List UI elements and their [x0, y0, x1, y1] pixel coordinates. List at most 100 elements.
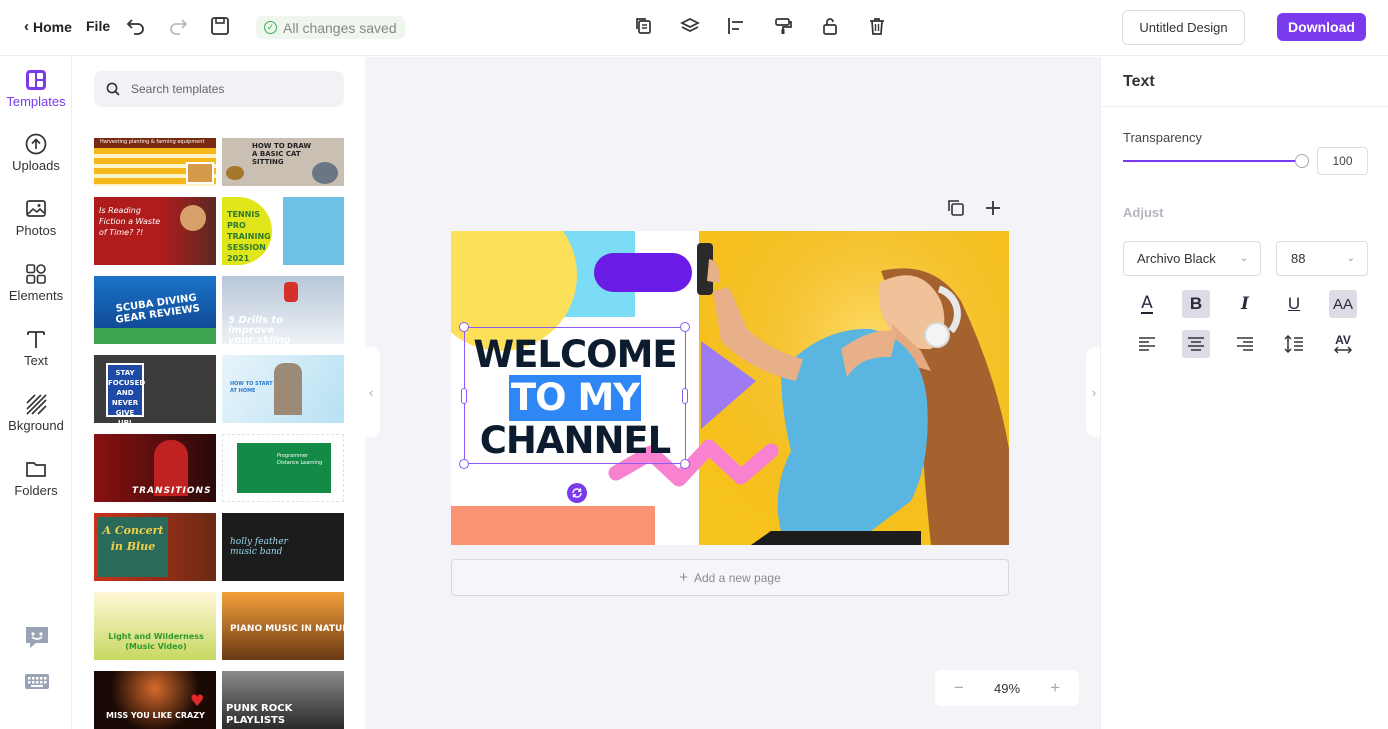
undo-icon[interactable]	[124, 14, 148, 38]
panel-title: Text	[1123, 73, 1155, 90]
underline-icon[interactable]: U	[1280, 290, 1308, 318]
nav-photos[interactable]: Photos	[0, 198, 72, 238]
zoom-control: − 49% +	[935, 670, 1079, 706]
template-thumb[interactable]: PIANO MUSIC IN NATURE	[222, 592, 344, 660]
template-thumb[interactable]: A Concert in Blue	[94, 513, 216, 581]
trash-icon[interactable]	[865, 14, 889, 38]
left-nav: Templates Uploads Photos Elements Text B…	[0, 57, 72, 729]
uppercase-icon[interactable]: AA	[1329, 290, 1357, 318]
align-center-icon[interactable]	[1182, 330, 1210, 358]
purple-pill	[594, 253, 692, 292]
template-thumb[interactable]: TRANSITIONS	[94, 434, 216, 502]
save-icon[interactable]	[208, 14, 232, 38]
nav-text[interactable]: Text	[0, 328, 72, 368]
search-templates[interactable]: Search templates	[94, 71, 344, 107]
unlock-icon[interactable]	[818, 14, 842, 38]
chevron-left-icon: ‹	[368, 384, 374, 400]
resize-handle[interactable]	[680, 322, 690, 332]
arrows-icon	[1334, 346, 1352, 354]
file-menu[interactable]: File	[86, 18, 110, 34]
nav-folders[interactable]: Folders	[0, 458, 72, 498]
template-thumb[interactable]: TENNIS PRO TRAINING SESSION 2021	[222, 197, 344, 265]
divider	[1101, 106, 1388, 107]
heart-icon: ♥	[190, 691, 205, 710]
rotate-icon[interactable]	[567, 483, 587, 503]
copy-page-icon[interactable]	[945, 197, 967, 219]
elements-icon	[26, 264, 46, 284]
chevron-down-icon: ⌄	[1346, 253, 1355, 264]
chat-icon[interactable]	[24, 625, 50, 649]
template-thumb[interactable]: Programmer Distance Learning	[222, 434, 344, 502]
bold-icon[interactable]: B	[1182, 290, 1210, 318]
resize-handle[interactable]	[459, 459, 469, 469]
download-button[interactable]: Download	[1277, 13, 1366, 41]
design-canvas[interactable]: WELCOME TO MY CHANNEL	[451, 231, 1009, 545]
upload-icon	[25, 133, 47, 155]
plus-icon: +	[679, 569, 688, 586]
home-link[interactable]: ‹ Home	[24, 18, 72, 35]
nav-uploads[interactable]: Uploads	[0, 133, 72, 173]
side-handle[interactable]	[682, 388, 688, 404]
duplicate-icon[interactable]	[632, 14, 656, 38]
paint-format-icon[interactable]	[771, 14, 795, 38]
selection-box	[464, 327, 686, 464]
canvas-workspace: ‹ › WELCOME TO MY CHANNEL + Add a new pa…	[362, 57, 1102, 729]
photo-icon	[26, 200, 46, 217]
italic-icon[interactable]: I	[1231, 290, 1259, 318]
add-page-button[interactable]: + Add a new page	[451, 559, 1009, 596]
letter-spacing-icon[interactable]: AV	[1329, 330, 1357, 358]
search-input[interactable]: Search templates	[131, 82, 224, 96]
template-thumb[interactable]: Light and Wilderness (Music Video)	[94, 592, 216, 660]
nav-elements[interactable]: Elements	[0, 263, 72, 303]
template-thumb[interactable]: PUNK ROCK PLAYLISTS	[222, 671, 344, 729]
background-icon	[26, 394, 47, 415]
save-status-badge: ✓ All changes saved	[256, 16, 405, 39]
template-thumb[interactable]: holly feather music band	[222, 513, 344, 581]
zoom-in-icon[interactable]: +	[1050, 678, 1060, 698]
design-name-field[interactable]: Untitled Design	[1122, 10, 1245, 45]
transparency-label: Transparency	[1123, 130, 1202, 145]
chevron-left-icon: ‹	[24, 18, 29, 35]
properties-panel: Text Transparency 100 Adjust Archivo Bla…	[1100, 57, 1388, 729]
text-icon	[27, 331, 45, 348]
check-circle-icon: ✓	[264, 21, 277, 34]
resize-handle[interactable]	[459, 322, 469, 332]
transparency-value[interactable]: 100	[1317, 147, 1368, 175]
chevron-right-icon: ›	[1091, 384, 1097, 400]
text-color-icon[interactable]: A	[1133, 290, 1161, 318]
template-thumb[interactable]: HOW TO DRAW A BASIC CAT SITTING	[222, 138, 344, 186]
folder-icon	[26, 462, 46, 477]
adjust-label: Adjust	[1123, 205, 1164, 220]
slider-fill	[1123, 160, 1303, 162]
template-thumb[interactable]: STAY FOCUSED AND NEVER GIVE UP!	[94, 355, 216, 423]
templates-icon	[26, 70, 46, 90]
font-family-select[interactable]: Archivo Black ⌄	[1123, 241, 1261, 276]
collapse-left-panel[interactable]: ‹	[362, 347, 380, 437]
font-size-select[interactable]: 88 ⌄	[1276, 241, 1368, 276]
nav-templates[interactable]: Templates	[0, 69, 72, 109]
add-page-icon[interactable]	[982, 197, 1004, 219]
top-bar: ‹ Home File ✓ All changes saved Untitled…	[0, 0, 1388, 56]
side-handle[interactable]	[461, 388, 467, 404]
line-height-icon[interactable]	[1280, 330, 1308, 358]
nav-background[interactable]: Bkground	[0, 393, 72, 433]
layers-icon[interactable]	[678, 14, 702, 38]
template-thumb[interactable]: HOW TO START AT HOME	[222, 355, 344, 423]
templates-panel: Search templates Harvesting planting & f…	[72, 57, 365, 729]
chevron-down-icon: ⌄	[1239, 253, 1248, 264]
zoom-level: 49%	[993, 680, 1021, 696]
slider-thumb[interactable]	[1295, 154, 1309, 168]
template-thumb[interactable]: ♥ MISS YOU LIKE CRAZY	[94, 671, 216, 729]
template-thumb[interactable]: Is Reading Fiction a Waste of Time? ?!	[94, 197, 216, 265]
template-thumb[interactable]: 5 Drills to improve your skiing	[222, 276, 344, 344]
template-thumb[interactable]: SCUBA DIVING GEAR REVIEWS	[94, 276, 216, 344]
align-icon[interactable]	[724, 14, 748, 38]
redo-icon[interactable]	[166, 14, 190, 38]
align-left-icon[interactable]	[1133, 330, 1161, 358]
keyboard-icon[interactable]	[24, 672, 50, 692]
resize-handle[interactable]	[680, 459, 690, 469]
salmon-block	[451, 506, 655, 545]
template-thumb[interactable]: Harvesting planting & farming equipment	[94, 138, 216, 186]
zoom-out-icon[interactable]: −	[954, 678, 964, 698]
align-right-icon[interactable]	[1231, 330, 1259, 358]
